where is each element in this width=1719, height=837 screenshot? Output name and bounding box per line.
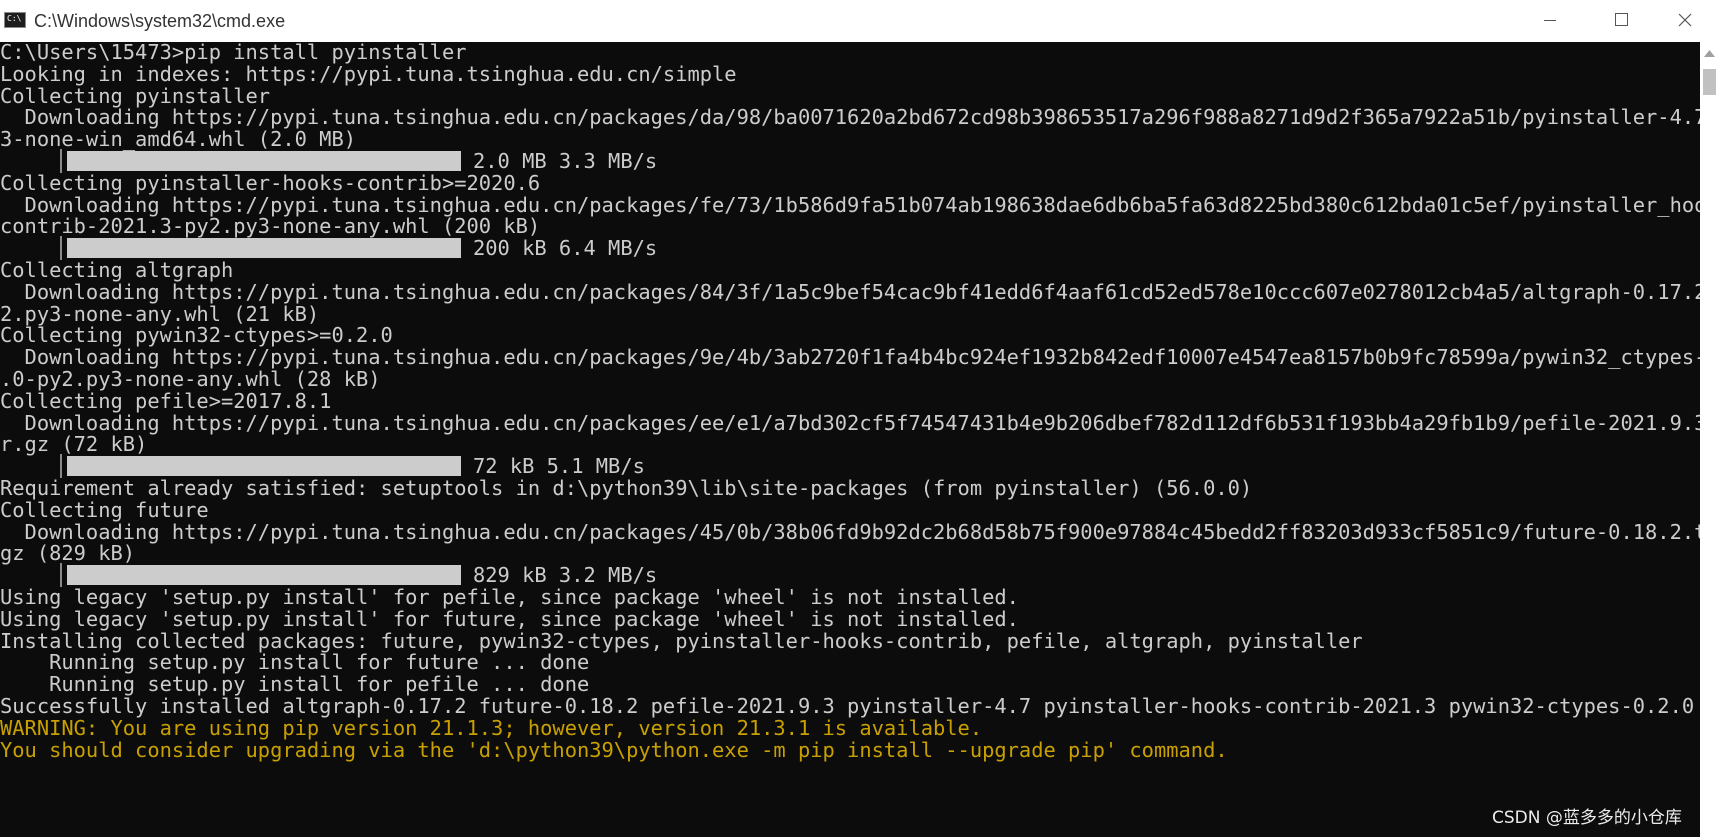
progress-bar-fill xyxy=(67,565,461,586)
minimize-icon xyxy=(1544,20,1556,21)
title-bar[interactable]: C:\ C:\Windows\system32\cmd.exe xyxy=(0,0,1719,42)
progress-bar-edge xyxy=(60,454,62,479)
scroll-thumb[interactable] xyxy=(1703,69,1716,95)
progress-bar-fill xyxy=(67,238,461,259)
progress-bar-fill xyxy=(67,151,461,171)
progress-stats: 200 kB 6.4 MB/s xyxy=(473,236,658,261)
progress-bar-fill xyxy=(67,456,461,477)
console-line: Downloading https://pypi.tuna.tsinghua.e… xyxy=(0,345,1700,370)
console-line: .0-py2.py3-none-any.whl (28 kB) xyxy=(0,367,381,391)
console-line: Successfully installed altgraph-0.17.2 f… xyxy=(0,694,1695,718)
console-line: Installing collected packages: future, p… xyxy=(0,628,1363,653)
console-line: Running setup.py install for future ... … xyxy=(0,650,590,675)
console-line: r.gz (72 kB) xyxy=(0,432,148,457)
window-title: C:\Windows\system32\cmd.exe xyxy=(34,11,286,31)
chevron-up-icon xyxy=(1704,50,1715,57)
progress-bar-edge xyxy=(60,563,62,588)
console-line: Requirement already satisfied: setuptool… xyxy=(0,476,1253,500)
minimize-button[interactable] xyxy=(1515,0,1585,42)
progress-stats: 72 kB 5.1 MB/s xyxy=(473,454,645,479)
maximize-icon xyxy=(1615,13,1628,26)
console-line: Collecting pefile>=2017.8.1 xyxy=(0,388,332,413)
progress-stats: 829 kB 3.2 MB/s xyxy=(473,563,658,588)
maximize-button[interactable] xyxy=(1585,0,1655,42)
console-line: Collecting pyinstaller-hooks-contrib>=20… xyxy=(0,170,541,195)
console-line: Downloading https://pypi.tuna.tsinghua.e… xyxy=(0,105,1700,130)
console-line: Downloading https://pypi.tuna.tsinghua.e… xyxy=(0,519,1700,544)
console-line: Collecting altgraph xyxy=(0,258,234,282)
console-output[interactable]: C:\Users\15473>pip install pyinstaller Lo… xyxy=(0,42,1700,837)
console-line: Using legacy 'setup.py install' for futu… xyxy=(0,606,1019,631)
console-line: gz (829 kB) xyxy=(0,541,136,566)
progress-bar-edge xyxy=(60,149,62,173)
console-line: contrib-2021.3-py2.py3-none-any.whl (200… xyxy=(0,214,541,239)
console-line: 3-none-win_amd64.whl (2.0 MB) xyxy=(0,127,357,152)
console-line: C:\Users\15473>pip install pyinstaller xyxy=(0,42,467,64)
progress-bar-edge xyxy=(60,236,62,261)
close-icon xyxy=(1678,13,1692,27)
console-line: Downloading https://pypi.tuna.tsinghua.e… xyxy=(0,410,1700,435)
console-line: 2.py3-none-any.whl (21 kB) xyxy=(0,301,320,326)
console-line: Running setup.py install for pefile ... … xyxy=(0,672,590,697)
console-line: Downloading https://pypi.tuna.tsinghua.e… xyxy=(0,279,1700,304)
console-line: Collecting pyinstaller xyxy=(0,83,271,108)
csdn-watermark: CSDN @蓝多多的小仓库 xyxy=(1492,808,1682,828)
console-line: Looking in indexes: https://pypi.tuna.ts… xyxy=(0,61,737,86)
cmd-icon-glyph: C:\ xyxy=(7,14,22,23)
vertical-scrollbar[interactable] xyxy=(1700,42,1719,837)
console-line: You should consider upgrading via the 'd… xyxy=(0,737,1228,762)
console-line: Collecting future xyxy=(0,497,209,522)
close-button[interactable] xyxy=(1649,0,1719,42)
scroll-up-button[interactable] xyxy=(1700,42,1719,66)
cmd-icon[interactable]: C:\ xyxy=(4,12,26,28)
console-line: Downloading https://pypi.tuna.tsinghua.e… xyxy=(0,192,1700,217)
console-line: Collecting pywin32-ctypes>=0.2.0 xyxy=(0,323,393,348)
console-line: Using legacy 'setup.py install' for pefi… xyxy=(0,585,1019,609)
console-line: WARNING: You are using pip version 21.1.… xyxy=(0,715,983,740)
progress-stats: 2.0 MB 3.3 MB/s xyxy=(473,149,658,173)
